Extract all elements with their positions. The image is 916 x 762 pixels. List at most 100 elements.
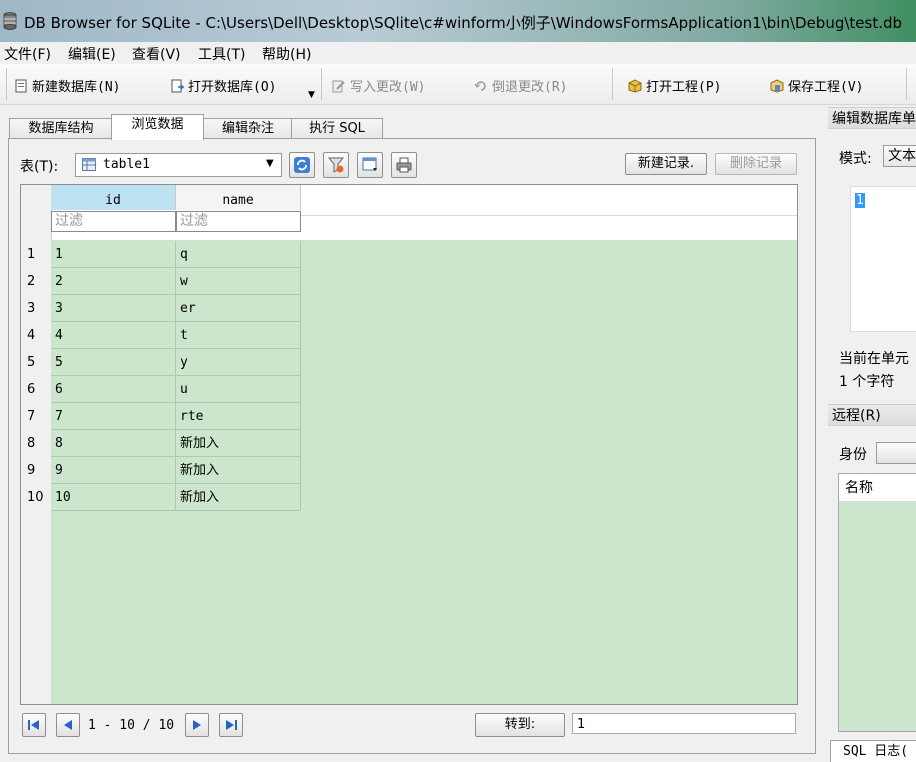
toolbar: 新建数据库(N) 打开数据库(O) ▼ 写入更改(W) 倒退更改(R) 打开工程… [0,64,916,105]
char-count: 1 个字符 [839,374,895,390]
clear-filters-button[interactable] [323,152,349,178]
table-select-value: table1 [103,157,150,172]
row-number[interactable]: 8 [21,430,51,457]
cell-name[interactable]: 新加入 [176,457,301,484]
last-page-button[interactable] [219,713,243,737]
goto-button[interactable]: 转到: [475,713,565,737]
row-number[interactable]: 2 [21,268,51,295]
cell-id[interactable]: 1 [51,241,176,268]
revert-changes-label: 倒退更改(R) [492,80,568,95]
open-database-icon [171,79,184,92]
goto-input[interactable]: 1 [572,713,796,734]
menu-edit[interactable]: 编辑(E) [68,44,116,64]
tab-edit-pragmas[interactable]: 编辑杂注 [203,118,293,139]
row-number[interactable]: 4 [21,322,51,349]
new-record-button[interactable]: 新建记录. [625,153,707,175]
cell-id[interactable]: 6 [51,376,176,403]
open-project-label: 打开工程(P) [646,80,722,95]
save-project-button[interactable]: 保存工程(V) [770,76,863,95]
next-page-button[interactable] [185,713,209,737]
revert-changes-icon [474,80,486,91]
refresh-icon [294,157,310,173]
first-page-icon [28,720,39,730]
open-database-button[interactable]: 打开数据库(O) [170,76,276,95]
tab-browse-data[interactable]: 浏览数据 [111,114,204,140]
page-info: 1 - 10 / 10 [88,718,175,733]
row-number[interactable]: 6 [21,376,51,403]
column-header-name[interactable]: name [176,185,301,210]
column-header-id[interactable]: id [51,185,176,210]
remote-name-column-header[interactable]: 名称 [839,474,916,502]
cell-name[interactable]: u [176,376,301,403]
menu-bar: 文件(F) 编辑(E) 查看(V) 工具(T) 帮助(H) [0,42,916,64]
tab-execute-sql[interactable]: 执行 SQL [291,118,383,139]
current-cell-label: 当前在单元 [839,351,909,367]
write-changes-icon [332,80,345,92]
cell-id[interactable]: 4 [51,322,176,349]
edit-cell-dock-title: 编辑数据库单 [828,107,916,129]
menu-view[interactable]: 查看(V) [132,44,181,64]
menu-file[interactable]: 文件(F) [4,44,51,64]
write-changes-button[interactable]: 写入更改(W) [332,76,425,95]
cell-id[interactable]: 8 [51,430,176,457]
print-button[interactable] [391,152,417,178]
save-project-icon [770,78,784,93]
delete-record-button[interactable]: 删除记录 [715,153,797,175]
print-icon [396,157,412,173]
refresh-button[interactable] [289,152,315,178]
cell-editor[interactable]: 1 [850,186,916,332]
cell-name[interactable]: w [176,268,301,295]
first-page-button[interactable] [22,713,46,737]
identity-label: 身份 [839,447,867,463]
save-table-button[interactable] [357,152,383,178]
cell-id[interactable]: 2 [51,268,176,295]
remote-dock-title: 远程(R) [828,404,916,426]
cell-name[interactable]: 新加入 [176,484,301,511]
tab-database-structure[interactable]: 数据库结构 [9,118,113,139]
open-dropdown-arrow-icon[interactable]: ▼ [308,90,315,100]
row-number[interactable]: 7 [21,403,51,430]
revert-changes-button[interactable]: 倒退更改(R) [474,76,567,95]
save-table-icon [362,157,377,171]
cell-name[interactable]: 新加入 [176,430,301,457]
row-number[interactable]: 9 [21,457,51,484]
new-database-icon [15,79,27,92]
menu-help[interactable]: 帮助(H) [262,44,311,64]
new-database-button[interactable]: 新建数据库(N) [14,76,120,95]
save-project-label: 保存工程(V) [788,80,864,95]
remote-list[interactable]: 名称 [838,473,916,732]
cell-id[interactable]: 9 [51,457,176,484]
filter-input-id[interactable]: 过滤 [51,211,176,232]
cell-id[interactable]: 7 [51,403,176,430]
mode-select[interactable]: 文本 [883,145,916,167]
previous-page-button[interactable] [56,713,80,737]
open-project-icon [628,78,642,93]
cell-name[interactable]: t [176,322,301,349]
filter-input-name[interactable]: 过滤 [176,211,301,232]
menu-tools[interactable]: 工具(T) [198,44,245,64]
cell-name[interactable]: q [176,241,301,268]
cell-editor-value: 1 [855,193,865,208]
cell-name[interactable]: er [176,295,301,322]
row-number[interactable]: 3 [21,295,51,322]
tab-sql-log[interactable]: SQL 日志( [830,740,916,762]
row-number[interactable]: 1 [21,241,51,268]
identity-select[interactable] [876,442,916,464]
cell-name[interactable]: y [176,349,301,376]
cell-id[interactable]: 3 [51,295,176,322]
row-number[interactable]: 5 [21,349,51,376]
table-select[interactable]: table1 ▼ [75,153,282,177]
table-icon [82,158,96,171]
cell-name[interactable]: rte [176,403,301,430]
open-project-button[interactable]: 打开工程(P) [628,76,721,95]
grid-rows: 1 1 q 2 2 w 3 3 er 4 4 t 5 5 y 6 6 u 7 7 rte 8 8 新加入 9 9 新加入 10 10 新加… [21,241,321,521]
cell-id[interactable]: 10 [51,484,176,511]
chevron-down-icon: ▼ [266,158,274,169]
new-database-label: 新建数据库(N) [32,80,121,95]
data-grid[interactable]: id name 过滤 过滤 1 1 q 2 2 w 3 3 er 4 4 t 5 5 y 6 6 u 7 7 rte 8 8… [20,184,798,705]
row-number[interactable]: 10 [21,484,51,511]
clear-filter-icon [327,157,345,173]
mode-label: 模式: [839,151,872,167]
previous-page-icon [64,720,72,730]
cell-id[interactable]: 5 [51,349,176,376]
